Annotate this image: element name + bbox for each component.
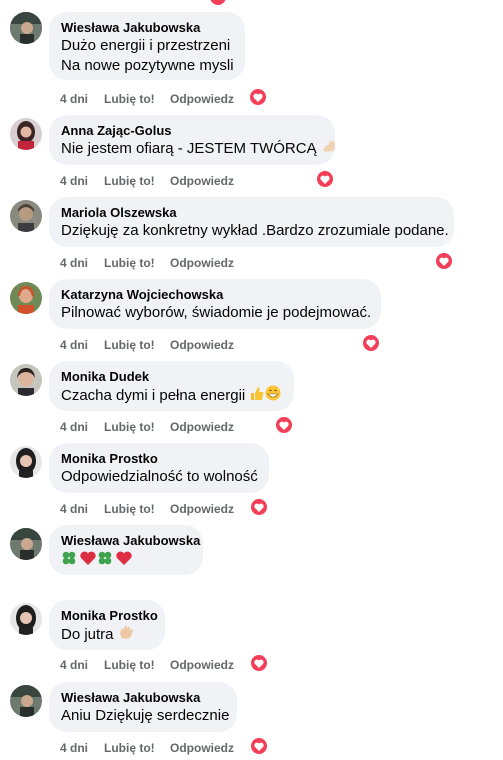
clover-heart-clover-heart-emoji [61,549,133,573]
avatar-photo-icon [10,12,42,44]
avatar-anna[interactable] [10,118,42,150]
comment-author[interactable]: Wiesława Jakubowska [61,690,225,706]
reply-button[interactable]: Odpowiedz [170,420,234,434]
avatar-monika-prostko[interactable] [10,603,42,635]
love-reaction-icon[interactable] [275,416,293,434]
thumbs-up-and-grin-emoji [249,385,281,407]
love-reaction-icon[interactable] [435,252,453,270]
avatar-katarzyna[interactable] [10,282,42,314]
comment-time[interactable]: 4 dni [60,502,88,516]
avatar-monika-prostko[interactable] [10,446,42,478]
comment-text-line: Dziękuję za konkretny wykład .Bardzo zro… [61,222,449,239]
love-reaction-icon[interactable] [316,170,334,188]
like-button[interactable]: Lubię to! [104,338,155,352]
reply-button[interactable]: Odpowiedz [170,741,234,755]
comment-time[interactable]: 4 dni [60,174,88,188]
comment-time[interactable]: 4 dni [60,338,88,352]
comment-author[interactable]: Katarzyna Wojciechowska [61,287,369,303]
previous-comment-actions-stub [60,0,140,3]
like-button[interactable]: Lubię to! [104,502,155,516]
avatar-wieslawa[interactable] [10,528,42,560]
love-reaction-icon[interactable] [249,88,267,106]
avatar-photo-icon [10,528,42,560]
comment-time[interactable]: 4 dni [60,420,88,434]
comment-text-line: Do jutra [61,624,153,646]
comment-bubble: Monika Prostko Odpowiedzialność to wolno… [49,443,269,493]
love-reaction-icon[interactable] [362,334,380,352]
comment-bubble: Katarzyna Wojciechowska Pilnować wyborów… [49,279,381,329]
avatar-photo-icon [10,118,42,150]
comment-bubble: Monika Prostko Do jutra [49,600,165,650]
reply-button[interactable]: Odpowiedz [170,338,234,352]
comment-bubble: Anna Zając-Golus Nie jestem ofiarą - JES… [49,115,335,165]
comment-text-line [61,549,191,573]
avatar-photo-icon [10,364,42,396]
comment-text-line: Dużo energii i przestrzeni [61,37,231,54]
comment-author[interactable]: Monika Prostko [61,451,257,467]
comment-author[interactable]: Wiesława Jakubowska [61,533,200,549]
love-reaction-icon[interactable] [250,498,268,516]
comment-text-line: Pilnować wyborów, świadomie je podejmowa… [61,304,372,321]
comment-time[interactable]: 4 dni [60,92,88,106]
flexed-biceps-emoji [321,139,337,159]
comment-text-line: Odpowiedzialność to wolność [61,468,258,485]
comment-bubble: Wiesława Jakubowska Dużo energii i przes… [49,12,245,80]
like-button[interactable]: Lubię to! [104,420,155,434]
comment-time[interactable]: 4 dni [60,256,88,270]
avatar-wieslawa[interactable] [10,12,42,44]
comment-author[interactable]: Mariola Olszewska [61,205,442,221]
avatar-photo-icon [10,685,42,717]
comment-bubble: Mariola Olszewska Dziękuję za konkretny … [49,197,454,247]
love-reaction-icon[interactable] [250,737,268,755]
avatar-mariola[interactable] [10,200,42,232]
like-button[interactable]: Lubię to! [104,92,155,106]
comment-author[interactable]: Monika Dudek [61,369,282,385]
like-button[interactable]: Lubię to! [104,256,155,270]
comment-bubble: Wiesława Jakubowska Aniu Dziękuję serdec… [49,682,237,732]
like-button[interactable]: Lubię to! [104,658,155,672]
comment-text-line: Nie jestem ofiarą - JESTEM TWÓRCĄ [61,139,335,159]
avatar-photo-icon [10,200,42,232]
avatar-monika-dudek[interactable] [10,364,42,396]
comment-author[interactable]: Wiesława Jakubowska [61,20,233,36]
comment-text-line: Czacha dymi i pełna energii [61,385,282,407]
reply-button[interactable]: Odpowiedz [170,658,234,672]
comment-text-line: Aniu Dziękuję serdecznie [61,707,230,724]
comment-text-line: Na nowe pozytywne mysli [61,57,234,74]
reply-button[interactable]: Odpowiedz [170,92,234,106]
comment-time[interactable]: 4 dni [60,658,88,672]
comment-bubble: Monika Dudek Czacha dymi i pełna energii [49,361,294,411]
reply-button[interactable]: Odpowiedz [170,502,234,516]
comment-author[interactable]: Monika Prostko [61,608,158,624]
comment-bubble: Wiesława Jakubowska [49,525,203,575]
waving-hand-emoji [118,624,134,646]
like-button[interactable]: Lubię to! [104,741,155,755]
comment-author[interactable]: Anna Zając-Golus [61,123,323,139]
comment-time[interactable]: 4 dni [60,741,88,755]
previous-love-reaction-icon[interactable] [209,0,227,6]
love-reaction-icon[interactable] [250,654,268,672]
reply-button[interactable]: Odpowiedz [170,174,234,188]
avatar-photo-icon [10,446,42,478]
avatar-photo-icon [10,282,42,314]
like-button[interactable]: Lubię to! [104,174,155,188]
avatar-photo-icon [10,603,42,635]
reply-button[interactable]: Odpowiedz [170,256,234,270]
avatar-wieslawa[interactable] [10,685,42,717]
